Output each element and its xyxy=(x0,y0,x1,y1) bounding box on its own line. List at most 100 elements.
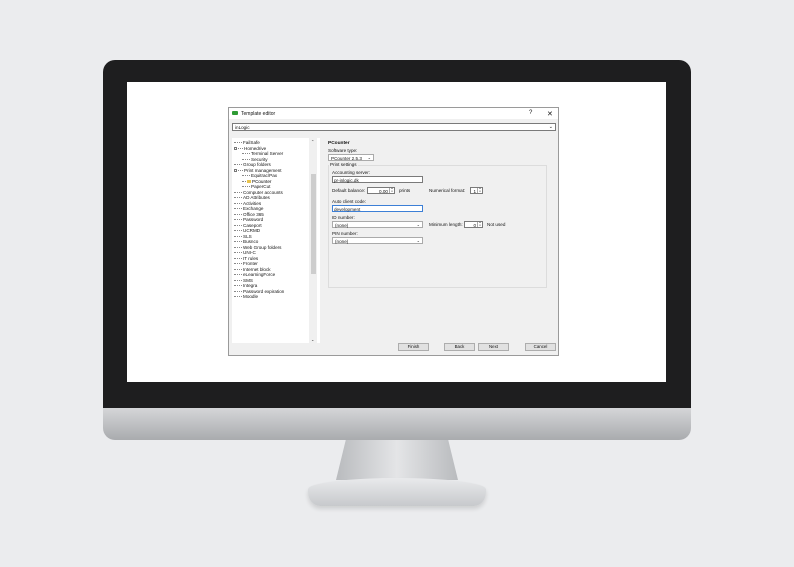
chevron-down-icon: ⌄ xyxy=(416,237,420,243)
pane-title: PCounter xyxy=(328,141,350,146)
template-select-value: inLogic xyxy=(235,125,250,130)
monitor-stand-base xyxy=(308,478,486,506)
template-editor-dialog: Template editor ? ✕ inLogic ⌄ FailSafe H… xyxy=(228,107,559,356)
monitor-stand-neck xyxy=(336,440,458,480)
tree-item-office-365[interactable]: Office 365 xyxy=(234,212,264,217)
tree-item-sms[interactable]: SMS xyxy=(234,278,253,283)
tree-item-it-rules[interactable]: IT rules xyxy=(234,256,258,261)
default-balance-stepper[interactable]: 0.00 ▴ ▾ xyxy=(367,187,395,194)
tree-item-label: eLearningForce xyxy=(243,272,276,277)
chevron-down-icon: ⌄ xyxy=(416,221,420,227)
tree-item-papercut[interactable]: PaperCut xyxy=(242,184,270,189)
numerical-format-value: 1 xyxy=(473,188,476,194)
scrollbar-thumb[interactable] xyxy=(310,174,316,274)
tree-connector xyxy=(242,186,250,188)
spin-arrows-icon[interactable]: ▴ ▾ xyxy=(477,221,482,227)
app-icon xyxy=(232,111,238,115)
tree-item-web-group-folders[interactable]: Web Group folders xyxy=(234,245,281,250)
tree-connector xyxy=(234,235,242,237)
tree-item-sls[interactable]: SLS xyxy=(234,234,252,239)
pin-number-value: (none) xyxy=(335,238,349,244)
tree-item-label: UCRMD xyxy=(243,228,261,233)
auto-client-code-value: development xyxy=(334,206,361,212)
tree-item-elearningforce[interactable]: eLearningForce xyxy=(234,272,275,277)
tree-item-label: SMS xyxy=(243,277,253,283)
tree-item-print-management[interactable]: Print management xyxy=(234,168,282,173)
tree-item-label: Moodle xyxy=(243,294,259,299)
tree-item-password-expiration[interactable]: Password expiration xyxy=(234,289,284,294)
tree-item-ucrmd[interactable]: UCRMD xyxy=(234,228,260,233)
tree-item-pcounter[interactable]: PCounter xyxy=(242,179,271,184)
spin-arrows-icon[interactable]: ▴ ▾ xyxy=(389,187,394,193)
tree-item-password[interactable]: Password xyxy=(234,217,263,222)
back-button[interactable]: Back xyxy=(444,343,475,351)
tree-item-label: Equitrac/Pax xyxy=(251,173,278,178)
tree-item-ad-attributes[interactable]: AD Attributes xyxy=(234,195,270,200)
collapse-icon[interactable] xyxy=(234,168,237,172)
chevron-down-icon[interactable]: ⌄ xyxy=(311,337,314,342)
tree-item-integra[interactable]: Integra xyxy=(234,283,257,288)
software-type-select[interactable]: PCounter 2.5.3 ⌄ xyxy=(328,154,374,161)
help-button[interactable]: ? xyxy=(529,110,532,116)
tree-item-label: Integra xyxy=(243,283,258,288)
not-used-label: Not used xyxy=(487,222,506,227)
tree-item-internet-block[interactable]: Internet block xyxy=(234,267,271,272)
tree-item-fronter[interactable]: Fronter xyxy=(234,261,258,266)
numerical-format-stepper[interactable]: 1 ▴ ▾ xyxy=(470,187,483,194)
tree-item-terminal-server[interactable]: Terminal Server xyxy=(242,151,283,156)
minimum-length-stepper[interactable]: 0 ▴ ▾ xyxy=(464,221,483,228)
settings-tree[interactable]: FailSafe Homedrive Terminal Server Secur… xyxy=(232,138,320,343)
tree-item-label: IT rules xyxy=(243,255,259,261)
monitor-chin xyxy=(103,408,691,440)
tree-item-label: Password xyxy=(243,217,264,222)
finish-button[interactable]: Finish xyxy=(398,343,429,351)
tree-item-busnco[interactable]: Busnco xyxy=(234,239,258,244)
spin-arrows-icon[interactable]: ▴ ▾ xyxy=(477,187,482,193)
tree-item-failsafe[interactable]: FailSafe xyxy=(234,140,260,145)
tree-item-exchange[interactable]: Exchange xyxy=(234,206,263,211)
tree-item-homedrive[interactable]: Homedrive xyxy=(234,146,266,151)
tree-item-group-folders[interactable]: Group folders xyxy=(234,162,271,167)
tree-item-moodle[interactable]: Moodle xyxy=(234,294,258,299)
prints-label: prints xyxy=(399,188,411,193)
tree-connector xyxy=(234,142,242,144)
tree-item-label: FailSafe xyxy=(243,140,260,145)
tree-scrollbar[interactable]: ⌃ ⌄ xyxy=(309,138,317,343)
cancel-button[interactable]: Cancel xyxy=(525,343,556,351)
id-number-value: (none) xyxy=(335,222,349,228)
numerical-format-label: Numerical format: xyxy=(429,188,466,193)
tree-item-label: Print management xyxy=(244,167,282,173)
tree-connector xyxy=(242,175,250,177)
tree-connector xyxy=(234,202,242,204)
tree-item-uni-c[interactable]: UNI-C xyxy=(234,250,256,255)
tree-connector xyxy=(234,285,242,287)
tree-item-equitrac-pax[interactable]: Equitrac/Pax xyxy=(242,173,277,178)
pin-number-select[interactable]: (none) ⌄ xyxy=(332,237,423,244)
tree-connector xyxy=(234,296,242,298)
next-button[interactable]: Next xyxy=(478,343,509,351)
tree-connector xyxy=(234,164,242,166)
minimum-length-value: 0 xyxy=(473,222,476,228)
tree-item-label: SLS xyxy=(243,233,252,239)
tree-item-label: Homedrive xyxy=(244,145,267,151)
chevron-up-icon[interactable]: ⌃ xyxy=(311,139,314,144)
auto-client-code-input[interactable]: development xyxy=(332,205,423,212)
collapse-icon[interactable] xyxy=(234,146,237,150)
tree-item-label: AD Attributes xyxy=(243,195,270,200)
template-select[interactable]: inLogic ⌄ xyxy=(232,123,556,131)
tree-item-caseport[interactable]: Caseport xyxy=(234,223,262,228)
close-icon[interactable]: ✕ xyxy=(547,110,553,118)
accounting-server-input[interactable]: pr-inlogic.dk xyxy=(332,176,423,183)
tree-item-label: UNI-C xyxy=(243,250,256,255)
pin-number-label: PIN number: xyxy=(332,231,358,236)
default-balance-value: 0.00 xyxy=(379,188,388,194)
id-number-select[interactable]: (none) ⌄ xyxy=(332,221,423,228)
tree-item-computer-accounts[interactable]: Computer accounts xyxy=(234,190,283,195)
tree-connector xyxy=(234,246,242,248)
tree-connector xyxy=(234,268,242,270)
tree-connector xyxy=(242,180,246,182)
accounting-server-value: pr-inlogic.dk xyxy=(334,177,359,183)
tree-item-security[interactable]: Security xyxy=(242,157,268,162)
tree-item-label: Office 365 xyxy=(243,211,264,217)
tree-item-activities[interactable]: Activities xyxy=(234,201,261,206)
